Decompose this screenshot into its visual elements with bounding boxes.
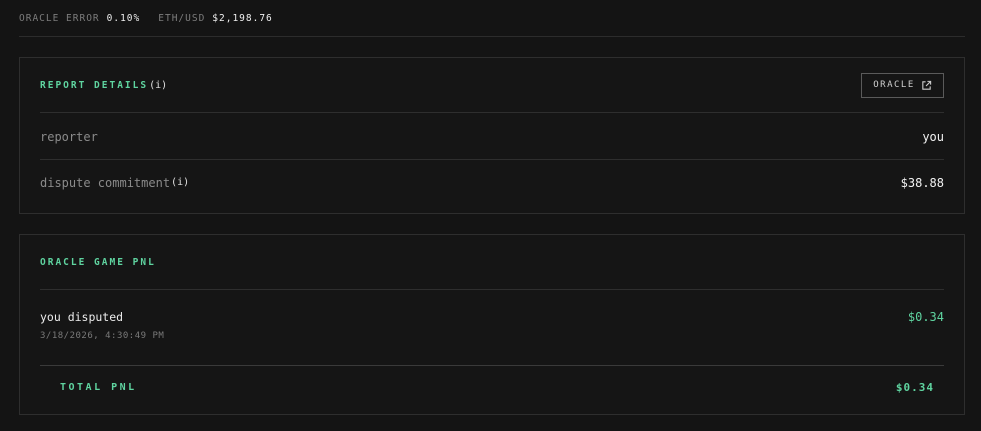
report-details-header: REPORT DETAILS (i) ORACLE (40, 58, 944, 113)
eth-usd-label: ETH/USD (158, 12, 206, 24)
reporter-label: reporter (40, 129, 98, 144)
total-pnl-value: $0.34 (895, 380, 934, 394)
top-stats-bar: ORACLE ERROR 0.10% ETH/USD $2,198.76 (19, 0, 965, 37)
dispute-commitment-label: dispute commitment (40, 175, 171, 190)
oracle-button-label: ORACLE (873, 80, 915, 90)
eth-usd-stat: ETH/USD $2,198.76 (158, 13, 273, 24)
external-link-icon (922, 80, 931, 90)
report-details-title: REPORT DETAILS (i) (40, 80, 167, 91)
dispute-commitment-value: $38.88 (900, 175, 944, 190)
pnl-entry-amount: $0.34 (907, 310, 944, 324)
dispute-commitment-info-icon[interactable]: (i) (171, 177, 189, 188)
eth-usd-value: $2,198.76 (212, 12, 273, 24)
report-details-info-icon[interactable]: (i) (149, 80, 167, 91)
reporter-row: reporter you (40, 114, 944, 160)
dispute-commitment-row: dispute commitment (i) $38.88 (40, 160, 944, 205)
total-pnl-label: TOTAL PNL (60, 381, 137, 393)
oracle-link-button[interactable]: ORACLE (861, 72, 944, 98)
report-details-card: REPORT DETAILS (i) ORACLE reporter you d… (19, 57, 965, 214)
oracle-game-pnl-header: ORACLE GAME PNL (40, 235, 944, 290)
oracle-game-pnl-card: ORACLE GAME PNL you disputed 3/18/2026, … (19, 234, 965, 415)
reporter-value: you (922, 129, 944, 144)
report-details-title-text: REPORT DETAILS (40, 79, 149, 91)
oracle-error-value: 0.10% (106, 12, 141, 24)
pnl-entry-timestamp: 3/18/2026, 4:30:49 PM (40, 331, 165, 341)
total-pnl-row: TOTAL PNL $0.34 (40, 367, 944, 407)
oracle-error-stat: ORACLE ERROR 0.10% (19, 13, 140, 24)
pnl-entry: you disputed 3/18/2026, 4:30:49 PM $0.34 (40, 291, 944, 366)
oracle-error-label: ORACLE ERROR (19, 12, 100, 24)
oracle-game-pnl-title: ORACLE GAME PNL (40, 256, 156, 268)
dispute-commitment-label-wrap: dispute commitment (i) (40, 176, 189, 190)
pnl-entry-label: you disputed (40, 310, 124, 324)
